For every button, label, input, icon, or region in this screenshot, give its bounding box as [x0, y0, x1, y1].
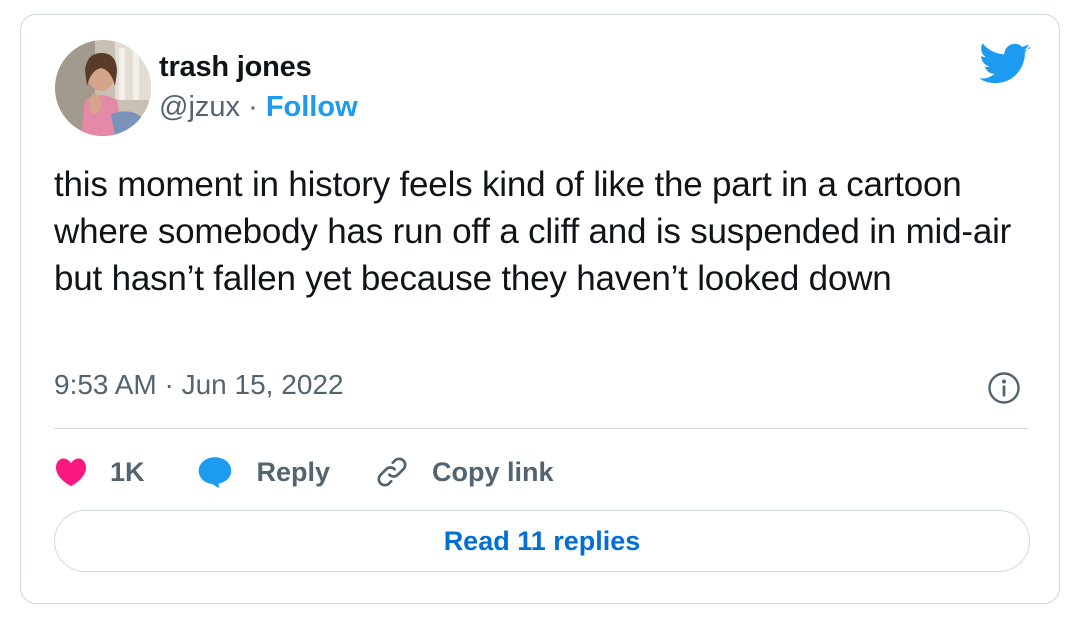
reply-label: Reply — [256, 456, 331, 487]
action-bar: 1K Reply Copy link — [54, 447, 554, 497]
read-replies-label: Read 11 replies — [443, 525, 641, 556]
speech-bubble-icon — [197, 455, 233, 489]
copy-link-button[interactable]: Copy link — [374, 454, 554, 490]
author-handle[interactable]: @jzux — [159, 91, 240, 123]
info-icon[interactable] — [987, 371, 1021, 405]
author-handle-row: @jzux · Follow — [159, 91, 358, 124]
read-replies-button[interactable]: Read 11 replies — [54, 510, 1030, 572]
author-name[interactable]: trash jones — [159, 51, 312, 84]
follow-link[interactable]: Follow — [266, 91, 358, 123]
twitter-bird-icon[interactable] — [979, 43, 1031, 87]
tweet-text: this moment in history feels kind of lik… — [54, 165, 1012, 298]
handle-separator: · — [248, 91, 258, 123]
avatar[interactable] — [55, 40, 151, 136]
copy-link-label: Copy link — [432, 456, 554, 487]
divider — [54, 428, 1029, 429]
tweet-card: trash jones @jzux · Follow this moment i… — [20, 14, 1060, 604]
like-count: 1K — [110, 456, 145, 487]
link-icon — [374, 454, 410, 490]
tweet-timestamp[interactable]: 9:53 AM · Jun 15, 2022 — [54, 369, 344, 401]
reply-button[interactable]: Reply — [197, 455, 331, 489]
heart-icon — [54, 457, 88, 487]
like-button[interactable]: 1K — [54, 457, 145, 488]
